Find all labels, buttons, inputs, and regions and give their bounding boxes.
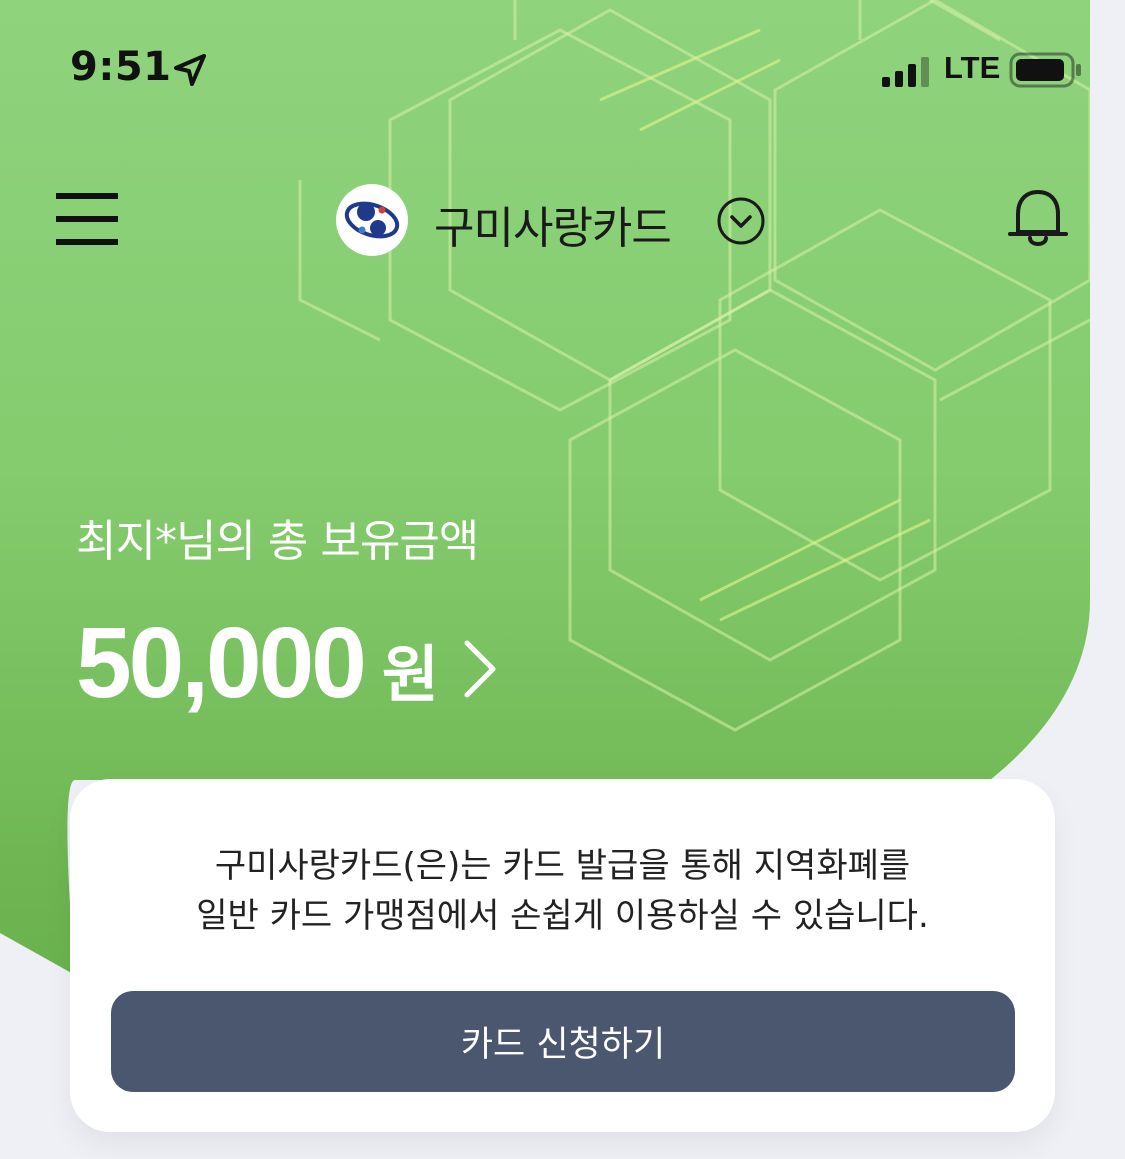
card-description-line2: 일반 카드 가맹점에서 손쉽게 이용하실 수 있습니다. [196,896,929,936]
brand-name[interactable]: 구미사랑카드 [434,192,672,256]
balance-amount: 50,000 [76,607,367,719]
card-description-line1: 구미사랑카드(은)는 카드 발급을 통해 지역화폐를 [214,846,911,886]
battery-icon [1009,52,1081,88]
signal-bars-icon [882,57,929,87]
card-info-panel: 구미사랑카드(은)는 카드 발급을 통해 지역화폐를 일반 카드 가맹점에서 손… [70,779,1055,1132]
chevron-right-icon [464,640,496,697]
menu-icon[interactable] [56,193,118,247]
balance-unit: 원 [381,637,439,711]
apply-card-button[interactable]: 카드 신청하기 [111,991,1015,1092]
bell-icon[interactable] [1006,186,1070,252]
location-arrow-icon [174,54,206,86]
brand-logo [336,184,408,256]
balance-greeting: 최지*님의 총 보유금액 [76,516,479,567]
chevron-down-icon[interactable] [716,196,766,246]
balance-amount-link[interactable]: 50,000 원 [76,606,501,721]
card-description: 구미사랑카드(은)는 카드 발급을 통해 지역화폐를 일반 카드 가맹점에서 손… [70,841,1055,941]
status-time: 9:51 [70,44,172,90]
network-label: LTE [944,50,1001,85]
